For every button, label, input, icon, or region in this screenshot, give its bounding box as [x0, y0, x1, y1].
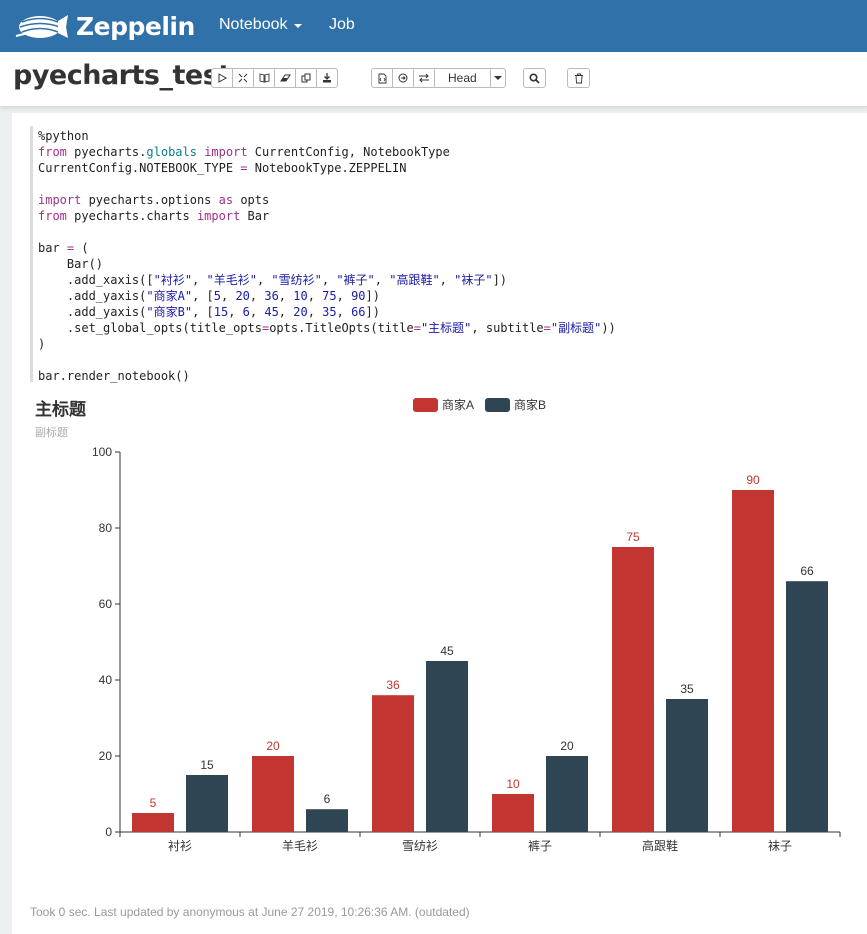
chevron-down-icon: [294, 24, 302, 28]
chart-subtitle: 副标题: [35, 424, 68, 440]
y-tick-label: 100: [92, 445, 112, 459]
legend-swatch-a: [413, 398, 438, 412]
search-button[interactable]: [523, 68, 546, 88]
legend-item-a[interactable]: 商家A: [413, 396, 474, 413]
revision-icon: [418, 73, 430, 83]
data-label: 36: [386, 678, 400, 692]
zeppelin-blimp-icon: [14, 11, 70, 41]
data-label: 35: [680, 682, 694, 696]
x-tick-label: 衬衫: [168, 839, 192, 853]
data-label: 66: [800, 564, 814, 578]
data-label: 10: [506, 777, 520, 791]
data-label: 6: [324, 792, 331, 806]
revision-compare-button[interactable]: [413, 68, 435, 88]
code-editor[interactable]: %python from pyecharts.globals import Cu…: [30, 126, 845, 382]
trash-icon: [574, 73, 584, 84]
bar-b: [186, 775, 228, 832]
data-label: 90: [746, 473, 760, 487]
data-label: 5: [150, 796, 157, 810]
data-label: 45: [440, 644, 454, 658]
version-control-button[interactable]: [371, 68, 393, 88]
run-all-button[interactable]: [211, 68, 233, 88]
job-menu[interactable]: Job: [329, 16, 355, 34]
paragraph-actions-group: [211, 68, 338, 88]
x-tick-label: 袜子: [768, 839, 792, 853]
bar-b: [546, 756, 588, 832]
y-tick-label: 40: [99, 673, 113, 687]
data-label: 15: [200, 758, 214, 772]
paragraph-footer-status: Took 0 sec. Last updated by anonymous at…: [30, 905, 470, 919]
search-group: [523, 68, 546, 88]
run-icon: [217, 73, 227, 83]
search-icon: [529, 73, 540, 84]
code-text: %python from pyecharts.globals import Cu…: [33, 126, 845, 384]
bar-a: [732, 490, 774, 832]
legend-label-b: 商家B: [514, 396, 546, 413]
notebook-title[interactable]: pyecharts_test: [13, 60, 231, 91]
bar-chart: 0 20 40 60 80 100 衬衫 羊毛衫 雪纺衫 裤子 高跟鞋 袜子 5 20 36 10 75 90 15…: [0, 440, 867, 860]
version-control-group: Head: [371, 68, 506, 88]
clone-notebook-button[interactable]: [295, 68, 317, 88]
notebook-menu-label: Notebook: [219, 16, 288, 34]
y-tick-label: 0: [105, 825, 112, 839]
delete-group: [567, 68, 590, 88]
delete-notebook-button[interactable]: [567, 68, 590, 88]
legend-item-b[interactable]: 商家B: [485, 396, 546, 413]
bar-b: [426, 661, 468, 832]
legend-label-a: 商家A: [442, 396, 474, 413]
show-hide-output-icon: [259, 73, 270, 83]
navbar: Zeppelin Notebook Job: [0, 0, 867, 52]
commit-button[interactable]: [392, 68, 414, 88]
x-tick-label: 雪纺衫: [402, 839, 438, 853]
y-tick-label: 20: [99, 749, 113, 763]
data-label: 75: [626, 530, 640, 544]
bar-b: [306, 809, 348, 832]
show-hide-code-button[interactable]: [232, 68, 254, 88]
revision-dropdown-toggle[interactable]: [490, 68, 506, 88]
notebook-header: pyecharts_test Head: [0, 52, 867, 107]
brand-name: Zeppelin: [76, 12, 195, 41]
x-tick-label: 高跟鞋: [642, 838, 678, 853]
bar-a: [492, 794, 534, 832]
zeppelin-logo[interactable]: Zeppelin: [14, 6, 195, 46]
clear-output-button[interactable]: [274, 68, 296, 88]
notebook-menu[interactable]: Notebook: [219, 16, 302, 34]
data-label: 20: [560, 739, 574, 753]
bar-b: [786, 581, 828, 832]
version-control-icon: [377, 73, 387, 84]
legend-swatch-b: [485, 398, 510, 412]
export-icon: [322, 73, 332, 83]
x-tick-label: 裤子: [528, 839, 552, 853]
commit-icon: [398, 73, 408, 83]
data-label: 20: [266, 739, 280, 753]
chevron-down-icon: [494, 76, 502, 80]
bar-a: [252, 756, 294, 832]
show-hide-output-button[interactable]: [253, 68, 275, 88]
bar-a: [612, 547, 654, 832]
revision-select-button[interactable]: Head: [434, 68, 491, 88]
chart-title: 主标题: [35, 395, 86, 420]
export-notebook-button[interactable]: [316, 68, 338, 88]
bar-a: [372, 695, 414, 832]
y-tick-label: 80: [99, 521, 113, 535]
clone-icon: [301, 73, 311, 83]
bar-b: [666, 699, 708, 832]
clear-output-icon: [280, 73, 291, 83]
bar-a: [132, 813, 174, 832]
x-tick-label: 羊毛衫: [282, 838, 318, 853]
y-tick-label: 60: [99, 597, 113, 611]
show-hide-code-icon: [238, 73, 248, 83]
